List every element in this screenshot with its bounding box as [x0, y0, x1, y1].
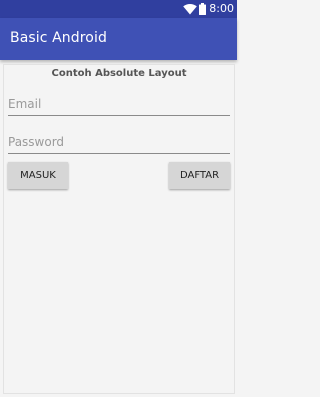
wifi-icon — [183, 3, 198, 15]
device-screen: 8:00 Basic Android Contoh Absolute Layou… — [0, 0, 237, 397]
app-title: Basic Android — [10, 30, 107, 46]
daftar-button[interactable]: DAFTAR — [169, 162, 230, 189]
masuk-button[interactable]: MASUK — [8, 162, 68, 189]
form-container: Contoh Absolute Layout MASUK DAFTAR — [3, 64, 235, 394]
form-heading: Contoh Absolute Layout — [51, 68, 187, 79]
status-bar: 8:00 — [0, 0, 237, 18]
status-icons: 8:00 — [183, 2, 234, 16]
password-field[interactable] — [8, 131, 230, 154]
app-bar: Basic Android — [0, 18, 237, 60]
email-field[interactable] — [8, 93, 230, 116]
status-time: 8:00 — [209, 2, 234, 15]
battery-icon — [199, 3, 207, 15]
